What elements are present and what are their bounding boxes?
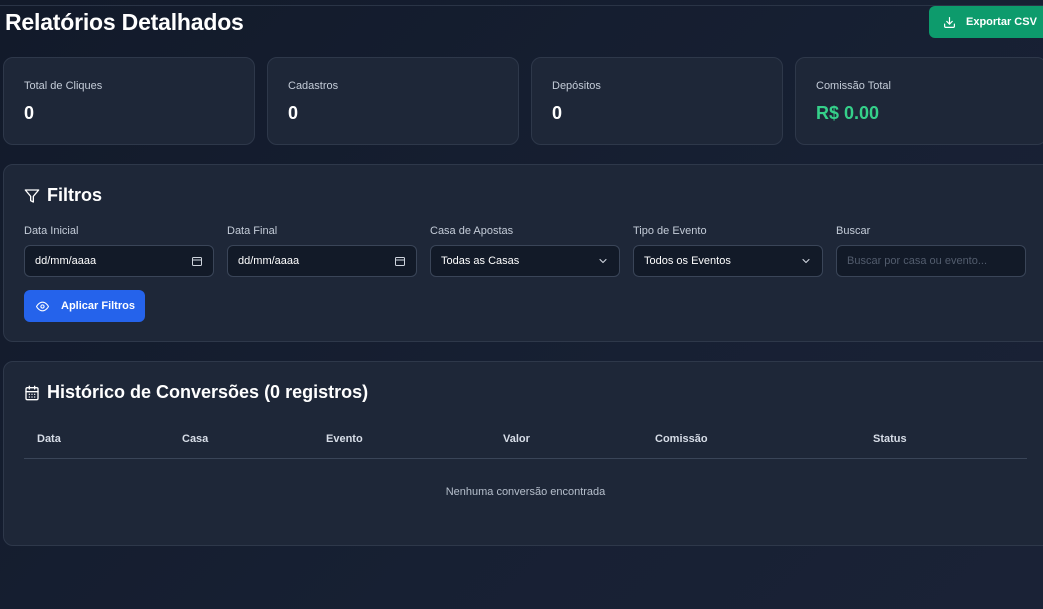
start-date-label: Data Inicial	[24, 225, 79, 237]
table-header-divider	[24, 458, 1027, 459]
stat-label: Depósitos	[552, 80, 601, 92]
stat-value: 0	[288, 103, 299, 123]
stat-card-signups: Cadastros 0	[267, 57, 519, 145]
calendar-icon[interactable]	[394, 255, 406, 267]
stat-card-clicks: Total de Cliques 0	[3, 57, 255, 145]
stat-value: R$ 0.00	[816, 103, 880, 123]
stat-label: Comissão Total	[816, 80, 891, 92]
house-label: Casa de Apostas	[430, 225, 514, 237]
history-panel: Histórico de Conversões (0 registros) Da…	[3, 361, 1043, 546]
column-header-status[interactable]: Status	[873, 433, 907, 445]
history-title: Histórico de Conversões (0 registros)	[24, 382, 368, 403]
stat-label: Cadastros	[288, 80, 339, 92]
page-title: Relatórios Detalhados	[5, 9, 244, 35]
apply-filters-label: Aplicar Filtros	[61, 300, 135, 312]
chevron-down-icon	[802, 258, 810, 264]
column-header-house[interactable]: Casa	[182, 433, 208, 445]
house-select[interactable]: Todas as Casas	[430, 245, 620, 277]
download-icon	[944, 16, 955, 28]
start-date-value: dd/mm/aaaa	[35, 255, 97, 267]
end-date-label: Data Final	[227, 225, 278, 237]
column-header-value[interactable]: Valor	[503, 433, 530, 445]
column-header-date[interactable]: Data	[37, 433, 61, 445]
stat-value: 0	[24, 103, 35, 123]
event-type-select[interactable]: Todos os Eventos	[633, 245, 823, 277]
stat-card-deposits: Depósitos 0	[531, 57, 783, 145]
export-csv-button[interactable]: Exportar CSV	[929, 6, 1043, 38]
chevron-down-icon	[599, 258, 607, 264]
top-divider	[0, 5, 1043, 6]
end-date-input[interactable]: dd/mm/aaaa	[227, 245, 417, 277]
calendar-icon[interactable]	[191, 255, 203, 267]
stat-card-commission: Comissão Total R$ 0.00	[795, 57, 1043, 145]
apply-filters-button[interactable]: Aplicar Filtros	[24, 290, 145, 322]
column-header-event[interactable]: Evento	[326, 433, 363, 445]
event-type-select-value: Todos os Eventos	[644, 255, 731, 267]
filters-title-text: Filtros	[47, 185, 103, 205]
search-label: Buscar	[836, 225, 871, 237]
filter-icon	[24, 188, 40, 203]
filters-title: Filtros	[24, 185, 102, 206]
search-placeholder: Buscar por casa ou evento...	[847, 255, 988, 267]
event-type-label: Tipo de Evento	[633, 225, 707, 237]
start-date-input[interactable]: dd/mm/aaaa	[24, 245, 214, 277]
empty-state-message: Nenhuma conversão encontrada	[445, 486, 606, 498]
filters-panel: Filtros Data Inicial dd/mm/aaaa Data Fin…	[3, 164, 1043, 342]
eye-icon	[36, 301, 49, 311]
house-select-value: Todas as Casas	[441, 255, 520, 267]
calendar-icon	[25, 385, 39, 400]
column-header-commission[interactable]: Comissão	[655, 433, 708, 445]
stat-label: Total de Cliques	[24, 80, 103, 92]
export-csv-label: Exportar CSV	[966, 16, 1037, 28]
stat-value: 0	[552, 103, 563, 123]
search-input[interactable]: Buscar por casa ou evento...	[836, 245, 1026, 277]
history-title-text: Histórico de Conversões (0 registros)	[47, 382, 369, 402]
end-date-value: dd/mm/aaaa	[238, 255, 300, 267]
